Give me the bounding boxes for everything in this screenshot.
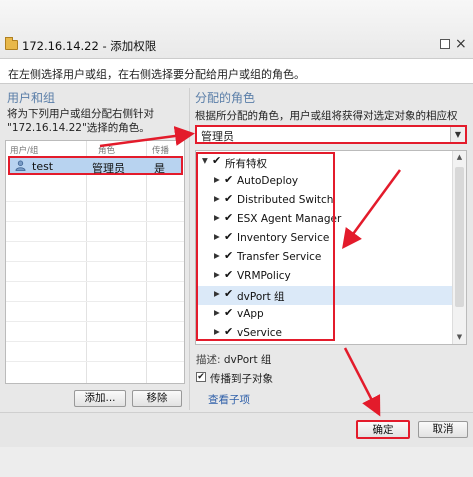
scroll-thumb[interactable] (455, 167, 464, 307)
description-value: dvPort 组 (223, 354, 272, 366)
row-divider (6, 261, 184, 262)
privilege-item[interactable]: ▶ ✔ Distributed Switch (196, 191, 453, 210)
users-groups-description: 将为下列用户或组分配右侧针对 "172.16.14.22"选择的角色。 (7, 107, 187, 135)
row-divider (6, 301, 184, 302)
scroll-up-icon[interactable]: ▲ (453, 151, 466, 164)
privilege-item[interactable]: ▶ ✔ AutoDeploy (196, 172, 453, 191)
user-role: 管理员 (92, 162, 125, 175)
privilege-item[interactable]: ▶ ✔ VRMPolicy (196, 267, 453, 286)
privilege-label: Transfer Service (237, 251, 322, 263)
check-icon[interactable]: ✔ (212, 154, 221, 167)
chevron-right-icon[interactable]: ▶ (214, 251, 220, 260)
privilege-label: vApp (237, 308, 264, 320)
check-icon[interactable]: ✔ (224, 287, 233, 300)
column-header-role: 角色 (98, 146, 116, 156)
privilege-label: Inventory Service (237, 232, 330, 244)
users-groups-header: 用户和组 (7, 91, 56, 105)
chevron-right-icon[interactable]: ▶ (214, 175, 220, 184)
check-icon[interactable]: ✔ (224, 173, 233, 186)
privilege-item[interactable]: ▶ ✔ Transfer Service (196, 248, 453, 267)
chevron-right-icon[interactable]: ▶ (214, 308, 220, 317)
user-propagate: 是 (154, 162, 165, 175)
add-button[interactable]: 添加... (74, 390, 126, 407)
bottom-strip (0, 447, 473, 477)
description-line: "172.16.14.22"选择的角色。 (7, 122, 150, 134)
maximize-icon[interactable] (440, 39, 450, 49)
window-title: 172.16.14.22 - 添加权限 (22, 39, 157, 53)
privilege-label: dvPort 组 (237, 291, 285, 303)
privilege-label: AutoDeploy (237, 175, 299, 187)
assigned-role-header: 分配的角色 (195, 91, 256, 105)
chevron-down-icon[interactable]: ▼ (450, 127, 465, 142)
folder-icon (5, 37, 18, 50)
row-divider (6, 341, 184, 342)
row-divider (6, 241, 184, 242)
chevron-right-icon[interactable]: ▶ (214, 289, 220, 298)
privilege-item[interactable]: ▶ ✔ Inventory Service (196, 229, 453, 248)
privilege-label: ESX Agent Manager (237, 213, 342, 225)
table-row[interactable]: test 管理员 是 (8, 156, 183, 175)
privilege-label: Distributed Switch (237, 194, 334, 206)
chevron-right-icon[interactable]: ▶ (214, 270, 220, 279)
column-divider (86, 141, 87, 383)
privilege-item[interactable]: ▶ ✔ ESX Agent Manager (196, 210, 453, 229)
column-header-propagate: 传播 (152, 146, 170, 156)
role-select-value: 管理员 (201, 130, 234, 143)
chevron-right-icon[interactable]: ▶ (214, 194, 220, 203)
chevron-right-icon[interactable]: ▶ (214, 232, 220, 241)
chevron-down-icon[interactable]: ▼ (202, 156, 208, 165)
close-icon[interactable]: × (455, 36, 467, 52)
propagate-label: 传播到子对象 (210, 373, 273, 385)
description-line: 将为下列用户或组分配右侧针对 (7, 108, 154, 120)
row-divider (6, 361, 184, 362)
privilege-item[interactable]: ▶ ✔ vService (196, 324, 453, 343)
column-header-user: 用户/组 (10, 146, 39, 156)
privilege-item[interactable]: ▼ ✔ 所有特权 (196, 153, 453, 172)
column-divider (146, 141, 147, 383)
check-icon[interactable]: ✔ (224, 325, 233, 338)
instruction-text: 在左侧选择用户或组，在右侧选择要分配给用户或组的角色。 (0, 58, 473, 84)
privilege-label: VRMPolicy (237, 270, 291, 282)
row-divider (6, 281, 184, 282)
cancel-button[interactable]: 取消 (418, 421, 468, 438)
tree-scrollbar[interactable]: ▲ ▼ (452, 151, 466, 344)
check-icon[interactable]: ✔ (224, 249, 233, 262)
row-divider (6, 221, 184, 222)
scroll-down-icon[interactable]: ▼ (453, 331, 466, 344)
row-divider (6, 201, 184, 202)
remove-button[interactable]: 移除 (132, 390, 182, 407)
user-icon (15, 160, 26, 171)
checkbox-icon[interactable]: ✔ (196, 372, 206, 382)
arrow-to-ok (343, 347, 381, 417)
check-icon[interactable]: ✔ (224, 192, 233, 205)
title-bar: 172.16.14.22 - 添加权限 × (0, 0, 473, 58)
role-select[interactable]: 管理员 ▼ (195, 125, 467, 144)
privilege-item[interactable]: ▶ ✔ vApp (196, 305, 453, 324)
user-name: test (32, 160, 54, 173)
check-icon[interactable]: ✔ (224, 268, 233, 281)
users-table[interactable]: 用户/组 角色 传播 test 管理员 是 (5, 140, 185, 384)
check-icon[interactable]: ✔ (224, 211, 233, 224)
privilege-item[interactable]: ▶ ✔ dvPort 组 (196, 286, 453, 305)
description-label: 描述: (196, 354, 221, 366)
privilege-label: vService (237, 327, 283, 339)
chevron-right-icon[interactable]: ▶ (214, 213, 220, 222)
view-children-link[interactable]: 查看子项 (208, 392, 250, 407)
row-divider (6, 321, 184, 322)
chevron-right-icon[interactable]: ▶ (214, 327, 220, 336)
privilege-description: 描述: dvPort 组 (196, 352, 271, 367)
check-icon[interactable]: ✔ (224, 230, 233, 243)
panel-divider (189, 88, 190, 410)
privilege-label: 所有特权 (225, 158, 267, 170)
ok-button[interactable]: 确定 (356, 420, 410, 439)
check-icon[interactable]: ✔ (224, 306, 233, 319)
privilege-tree[interactable]: ▼ ✔ 所有特权 ▶ ✔ AutoDeploy ▶ ✔ Distributed Switch ▶ ✔… (195, 150, 467, 345)
